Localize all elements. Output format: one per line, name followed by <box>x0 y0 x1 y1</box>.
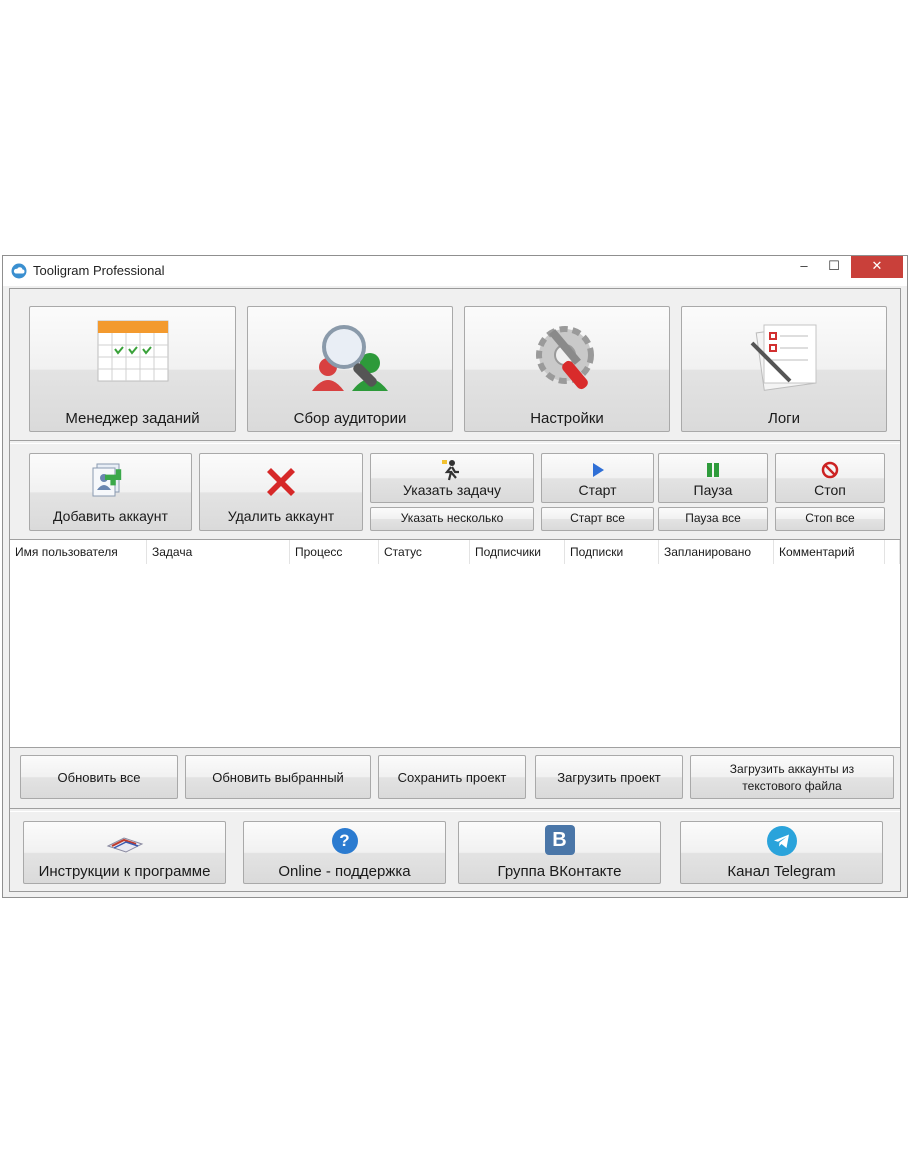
save-project-label: Сохранить проект <box>397 770 507 785</box>
refresh-all-label: Обновить все <box>57 770 141 785</box>
vk-group-button[interactable]: B Группа ВКонтакте <box>458 821 661 884</box>
task-manager-button[interactable]: Менеджер заданий <box>29 306 236 432</box>
instructions-label: Инструкции к программе <box>38 863 211 880</box>
audience-search-icon <box>312 325 388 391</box>
close-button[interactable]: ✕ <box>851 256 903 278</box>
column-header[interactable]: Подписки <box>565 540 659 564</box>
column-header[interactable]: Процесс <box>290 540 379 564</box>
telegram-button[interactable]: Канал Telegram <box>680 821 883 884</box>
column-header-filler <box>885 540 900 564</box>
pause-all-label: Пауза все <box>685 511 741 525</box>
start-all-label: Старт все <box>570 511 625 525</box>
column-header[interactable]: Подписчики <box>470 540 565 564</box>
app-cloud-icon <box>11 263 27 279</box>
set-multiple-button[interactable]: Указать несколько <box>370 507 534 531</box>
logs-label: Логи <box>767 410 801 427</box>
pause-all-button[interactable]: Пауза все <box>658 507 768 531</box>
settings-tools-icon <box>536 326 594 390</box>
maximize-button[interactable]: ☐ <box>819 256 849 278</box>
window-title: Tooligram Professional <box>33 263 165 278</box>
start-label: Старт <box>578 482 617 498</box>
start-button[interactable]: Старт <box>541 453 654 503</box>
load-accounts-label-line1: Загрузить аккаунты из <box>729 762 855 776</box>
audience-label: Сбор аудитории <box>293 410 407 427</box>
load-project-label: Загрузить проект <box>557 770 661 785</box>
add-account-label: Добавить аккаунт <box>53 508 168 524</box>
table-header: Имя пользователя Задача Процесс Статус П… <box>10 540 900 564</box>
separator-top <box>10 440 900 444</box>
running-man-icon <box>442 460 459 481</box>
add-account-button[interactable]: Добавить аккаунт <box>29 453 192 531</box>
set-task-button[interactable]: Указать задачу <box>370 453 534 503</box>
telegram-label: Канал Telegram <box>727 863 836 880</box>
separator-bottom <box>10 808 900 812</box>
settings-button[interactable]: Настройки <box>464 306 670 432</box>
pause-button[interactable]: Пауза <box>658 453 768 503</box>
telegram-icon <box>766 826 797 856</box>
pause-icon <box>707 463 719 477</box>
instructions-button[interactable]: Инструкции к программе <box>23 821 226 884</box>
calendar-icon <box>97 320 168 382</box>
load-accounts-button[interactable]: Загрузить аккаунты из текстового файла <box>690 755 894 799</box>
set-multiple-label: Указать несколько <box>400 511 504 525</box>
column-header[interactable]: Запланировано <box>659 540 774 564</box>
vk-icon: B <box>544 825 575 855</box>
pause-label: Пауза <box>693 482 733 498</box>
book-icon <box>106 837 143 853</box>
accounts-table[interactable]: Имя пользователя Задача Процесс Статус П… <box>10 539 900 748</box>
help-icon-glyph: ? <box>339 831 350 850</box>
save-project-button[interactable]: Сохранить проект <box>378 755 526 799</box>
refresh-selected-label: Обновить выбранный <box>212 770 344 785</box>
settings-label: Настройки <box>530 410 604 427</box>
refresh-selected-button[interactable]: Обновить выбранный <box>185 755 371 799</box>
refresh-all-button[interactable]: Обновить все <box>20 755 178 799</box>
column-header[interactable]: Статус <box>379 540 470 564</box>
stop-all-label: Стоп все <box>805 511 855 525</box>
set-task-label: Указать задачу <box>403 482 501 498</box>
vk-icon-glyph: B <box>552 829 567 851</box>
remove-account-button[interactable]: Удалить аккаунт <box>199 453 363 531</box>
stop-icon <box>821 461 839 479</box>
logs-button[interactable]: Логи <box>681 306 887 432</box>
column-header[interactable]: Комментарий <box>774 540 885 564</box>
support-button[interactable]: ? Online - поддержка <box>243 821 446 884</box>
column-header[interactable]: Задача <box>147 540 290 564</box>
load-accounts-label-line2: текстового файла <box>742 779 842 793</box>
vk-group-label: Группа ВКонтакте <box>497 863 622 880</box>
task-manager-label: Менеджер заданий <box>65 410 200 427</box>
audience-button[interactable]: Сбор аудитории <box>247 306 453 432</box>
help-icon: ? <box>331 828 358 854</box>
stop-label: Стоп <box>814 482 846 498</box>
app-window: Tooligram Professional ‒ ☐ ✕ Менеджер за… <box>2 255 908 898</box>
remove-account-label: Удалить аккаунт <box>227 508 335 524</box>
start-all-button[interactable]: Старт все <box>541 507 654 531</box>
log-notes-icon <box>750 324 817 391</box>
add-account-icon <box>92 463 121 497</box>
stop-all-button[interactable]: Стоп все <box>775 507 885 531</box>
support-label: Online - поддержка <box>278 863 411 880</box>
delete-x-icon <box>267 468 295 496</box>
minimize-button[interactable]: ‒ <box>789 256 819 278</box>
load-project-button[interactable]: Загрузить проект <box>535 755 683 799</box>
column-header[interactable]: Имя пользователя <box>10 540 147 564</box>
title-bar[interactable]: Tooligram Professional ‒ ☐ ✕ <box>3 256 907 286</box>
play-icon <box>592 463 604 477</box>
client-area: Менеджер заданий Сбор аудитории Настройк… <box>9 288 901 892</box>
stop-button[interactable]: Стоп <box>775 453 885 503</box>
